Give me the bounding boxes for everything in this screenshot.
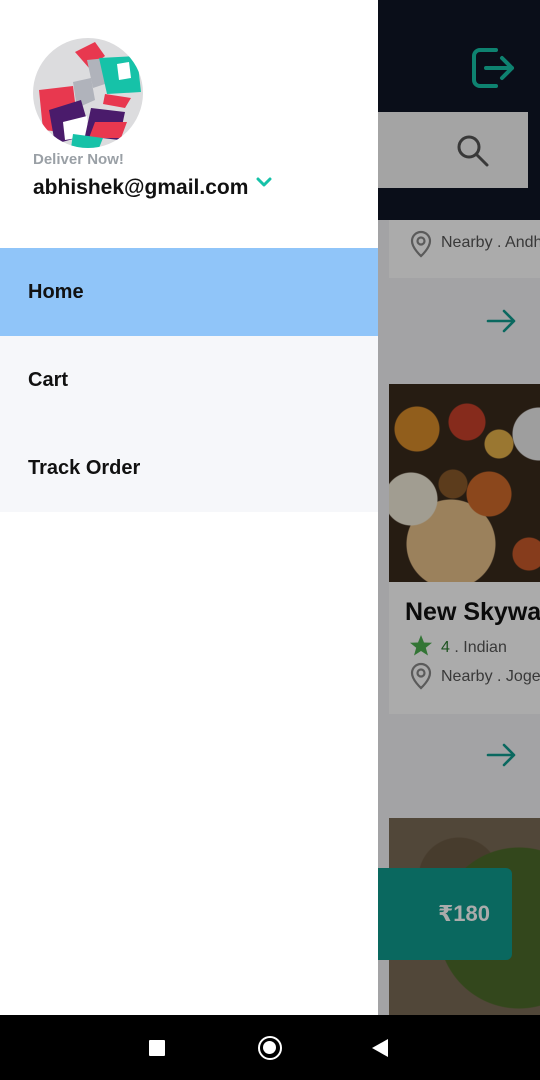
- drawer-menu: Home Cart Track Order: [0, 248, 378, 512]
- chevron-down-icon[interactable]: [256, 177, 272, 189]
- system-navigation-bar: [0, 1015, 540, 1080]
- nav-recents-icon[interactable]: [149, 1040, 165, 1056]
- nav-back-icon[interactable]: [372, 1039, 388, 1057]
- menu-item-label: Track Order: [28, 456, 141, 479]
- menu-item-cart[interactable]: Cart: [0, 336, 378, 424]
- navigation-drawer: Deliver Now! abhishek@gmail.com Home Car…: [0, 0, 378, 1015]
- menu-item-track-order[interactable]: Track Order: [0, 424, 378, 512]
- account-switcher[interactable]: abhishek@gmail.com: [33, 176, 272, 200]
- user-email: abhishek@gmail.com: [33, 176, 249, 199]
- menu-item-label: Cart: [28, 368, 69, 391]
- nav-home-icon[interactable]: [258, 1036, 282, 1060]
- delivery-rider-illustration: [33, 38, 143, 148]
- menu-item-home[interactable]: Home: [0, 248, 378, 336]
- avatar[interactable]: [33, 38, 143, 148]
- tagline: Deliver Now!: [33, 151, 124, 168]
- menu-item-label: Home: [28, 280, 84, 303]
